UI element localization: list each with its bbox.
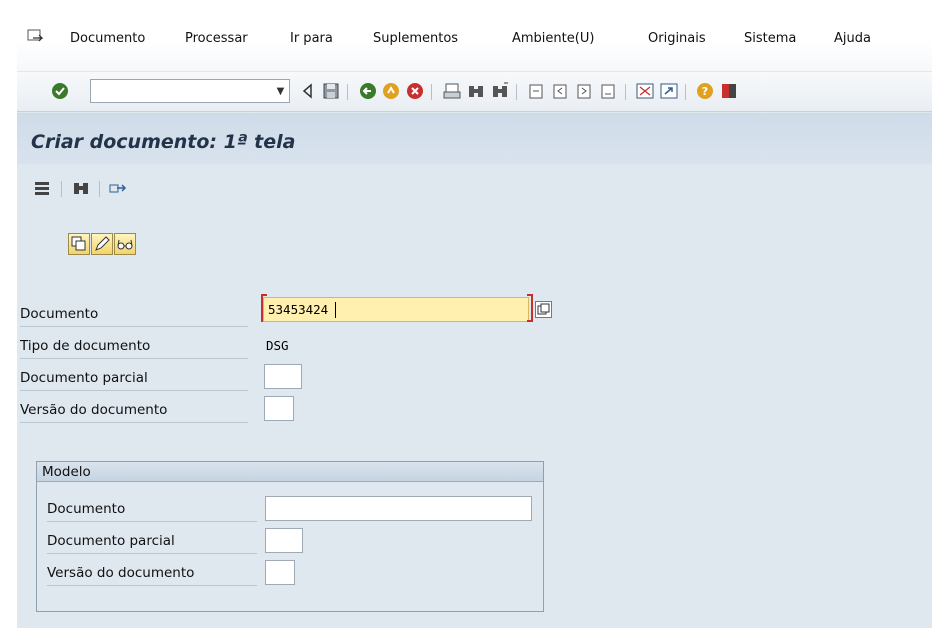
previous-page-icon[interactable] [549, 80, 571, 102]
text-cursor [335, 302, 336, 318]
toolbar-separator [516, 84, 517, 100]
toolbar-separator [625, 84, 626, 100]
mode-change-button[interactable] [91, 233, 113, 255]
find-next-icon[interactable] [489, 80, 511, 102]
versao-documento-input[interactable] [264, 396, 294, 421]
first-page-icon[interactable] [525, 80, 547, 102]
row-underline [20, 390, 248, 391]
mode-display-button[interactable] [114, 233, 136, 255]
create-session-icon[interactable] [634, 80, 656, 102]
row-underline [47, 585, 257, 586]
command-field[interactable] [90, 79, 290, 103]
standard-toolbar: ▼ ? [17, 72, 932, 112]
toolbar-separator [431, 84, 432, 100]
pencil-icon [92, 234, 112, 254]
toolbar-separator [347, 84, 348, 100]
modelo-group: Modelo Documento Documento parcial Versã… [36, 461, 544, 612]
row-underline [47, 553, 257, 554]
versao-documento-label: Versão do documento [20, 402, 168, 418]
application-toolbar [17, 165, 932, 215]
back-icon[interactable] [357, 80, 379, 102]
documento-parcial-label: Documento parcial [20, 370, 148, 386]
menu-arrow-icon[interactable] [27, 29, 45, 45]
required-mark-right [527, 294, 533, 322]
title-bar: Criar documento: 1ª tela [17, 113, 932, 164]
modelo-documento-label: Documento [47, 501, 126, 517]
exit-icon[interactable] [380, 80, 402, 102]
data-icon[interactable] [31, 177, 53, 199]
tipo-documento-label: Tipo de documento [20, 338, 151, 354]
find-icon[interactable] [70, 177, 92, 199]
modelo-documento-input[interactable] [265, 496, 532, 521]
menu-ir-para[interactable]: Ir para [290, 31, 333, 46]
mode-copy-button[interactable] [68, 233, 90, 255]
menu-documento[interactable]: Documento [70, 31, 145, 46]
app-toolbar-separator [99, 181, 100, 197]
modelo-header: Modelo [37, 462, 543, 482]
documento-input[interactable]: 53453424 [263, 297, 529, 322]
glasses-icon [115, 234, 135, 254]
search-help-icon[interactable] [535, 301, 552, 318]
next-page-icon[interactable] [573, 80, 595, 102]
modelo-documento-parcial-input[interactable] [265, 528, 303, 553]
menu-ambiente[interactable]: Ambiente(U) [512, 31, 594, 46]
row-underline [20, 326, 248, 327]
find-icon[interactable] [465, 80, 487, 102]
exit-transfer-icon[interactable] [107, 177, 129, 199]
row-underline [20, 358, 248, 359]
print-icon[interactable] [441, 80, 463, 102]
menu-originais[interactable]: Originais [648, 31, 706, 46]
modelo-versao-documento-input[interactable] [265, 560, 295, 585]
customize-layout-icon[interactable] [718, 80, 740, 102]
last-page-icon[interactable] [597, 80, 619, 102]
page-title: Criar documento: 1ª tela [31, 131, 296, 153]
menu-bar: Documento Processar Ir para Suplementos … [17, 9, 932, 71]
documento-parcial-input[interactable] [264, 364, 302, 389]
documento-label: Documento [20, 306, 99, 322]
menu-ajuda[interactable]: Ajuda [834, 31, 871, 46]
cancel-icon[interactable] [404, 80, 426, 102]
help-icon[interactable]: ? [694, 80, 716, 102]
menu-suplementos[interactable]: Suplementos [373, 31, 458, 46]
back-arrow-icon[interactable] [297, 80, 319, 102]
save-icon[interactable] [320, 80, 342, 102]
toolbar-separator [685, 84, 686, 100]
sap-window: Documento Processar Ir para Suplementos … [17, 9, 932, 628]
menu-processar[interactable]: Processar [185, 31, 248, 46]
tipo-documento-value: DSG [266, 338, 289, 353]
shortcut-icon[interactable] [658, 80, 680, 102]
row-underline [47, 521, 257, 522]
row-underline [20, 422, 248, 423]
command-dropdown-icon[interactable]: ▼ [272, 80, 289, 102]
modelo-title: Modelo [42, 464, 91, 480]
modelo-versao-documento-label: Versão do documento [47, 565, 195, 581]
copy-icon [69, 234, 89, 254]
app-toolbar-separator [61, 181, 62, 197]
svg-text:?: ? [702, 85, 708, 98]
modelo-documento-parcial-label: Documento parcial [47, 533, 175, 549]
enter-icon[interactable] [49, 80, 71, 102]
menu-sistema[interactable]: Sistema [744, 31, 796, 46]
